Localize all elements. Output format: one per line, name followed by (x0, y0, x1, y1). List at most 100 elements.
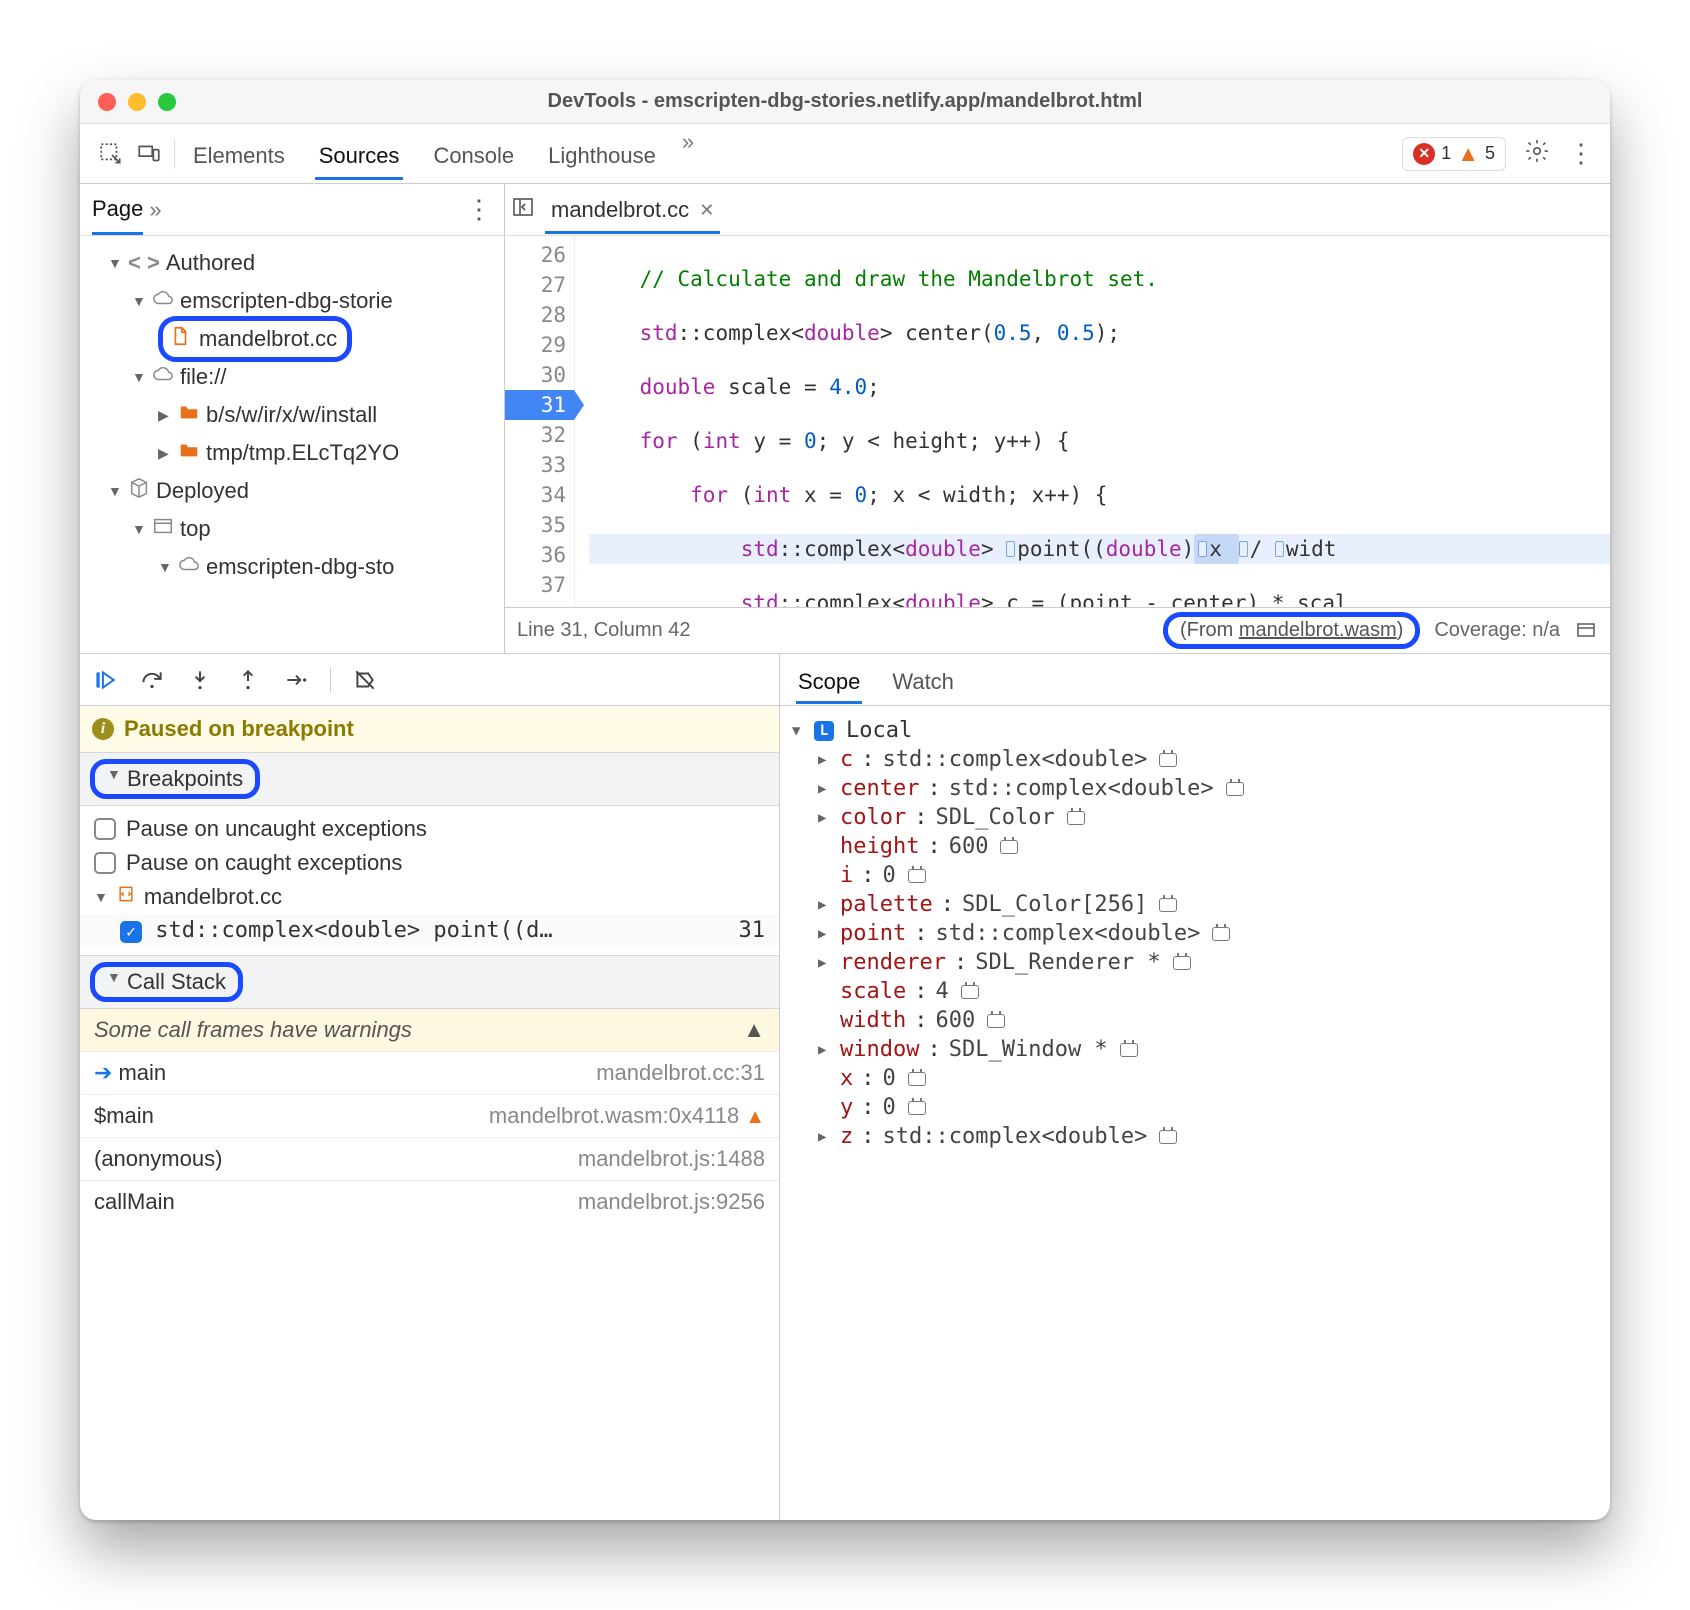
devtools-window: DevTools - emscripten-dbg-stories.netlif… (80, 80, 1610, 1520)
scope-variable[interactable]: width: 600 (792, 1006, 1598, 1035)
close-tab-icon[interactable]: ✕ (699, 200, 714, 221)
scope-variable[interactable]: ▶window: SDL_Window * (792, 1035, 1598, 1064)
scope-variable[interactable]: y: 0 (792, 1093, 1598, 1122)
pause-caught-toggle[interactable]: Pause on caught exceptions (80, 846, 779, 880)
tree-group-authored[interactable]: ▼< >Authored (86, 244, 498, 282)
tab-lighthouse[interactable]: Lighthouse (544, 129, 660, 179)
editor-tab-active[interactable]: mandelbrot.cc ✕ (545, 185, 720, 234)
line-gutter[interactable]: 262728293031323334353637 (505, 236, 575, 607)
scope-variable[interactable]: ▶palette: SDL_Color[256] (792, 890, 1598, 919)
breakpoint-checkbox[interactable] (120, 921, 142, 943)
source-mapped-from[interactable]: (From mandelbrot.wasm) (1163, 612, 1420, 649)
tab-watch[interactable]: Watch (890, 657, 956, 703)
tree-file-active[interactable]: mandelbrot.cc (86, 320, 498, 358)
pause-uncaught-toggle[interactable]: Pause on uncaught exceptions (80, 812, 779, 846)
step-icon[interactable] (282, 666, 310, 694)
more-tabs-icon[interactable]: » (682, 129, 694, 179)
window-title: DevTools - emscripten-dbg-stories.netlif… (80, 90, 1610, 113)
tree-group-deployed[interactable]: ▼Deployed (86, 472, 498, 510)
device-toolbar-icon[interactable] (134, 139, 164, 169)
file-tree: ▼< >Authored ▼emscripten-dbg-storie mand… (80, 236, 504, 653)
step-into-icon[interactable] (186, 666, 214, 694)
cloud-icon (152, 287, 174, 315)
resume-icon[interactable] (90, 666, 118, 694)
tree-frame-top[interactable]: ▼top (86, 510, 498, 548)
memory-icon[interactable] (908, 1101, 926, 1115)
main-toolbar: Elements Sources Console Lighthouse » ✕ … (80, 124, 1610, 184)
tab-sources[interactable]: Sources (315, 129, 404, 179)
scope-variable[interactable]: x: 0 (792, 1064, 1598, 1093)
tree-folder[interactable]: ▶tmp/tmp.ELcTq2YO (86, 434, 498, 472)
memory-icon[interactable] (908, 869, 926, 883)
scope-variable[interactable]: i: 0 (792, 861, 1598, 890)
file-icon (169, 325, 191, 353)
navigator-more-tabs-icon[interactable]: » (149, 197, 161, 223)
deactivate-breakpoints-icon[interactable] (351, 666, 379, 694)
cloud-icon (152, 363, 174, 391)
cursor-position: Line 31, Column 42 (517, 619, 690, 642)
scope-body: ▼LLocal ▶c: std::complex<double>▶center:… (780, 706, 1610, 1161)
settings-icon[interactable] (1524, 138, 1550, 169)
scope-variable[interactable]: ▶center: std::complex<double> (792, 774, 1598, 803)
step-out-icon[interactable] (234, 666, 262, 694)
warning-count: 5 (1485, 143, 1495, 164)
breakpoint-file-group[interactable]: ▼mandelbrot.cc (80, 880, 779, 914)
warning-icon: ▲ (743, 1017, 765, 1043)
memory-icon[interactable] (961, 985, 979, 999)
panel-tabs: Elements Sources Console Lighthouse » (189, 129, 1402, 179)
scope-variable[interactable]: ▶c: std::complex<double> (792, 745, 1598, 774)
code-content: // Calculate and draw the Mandelbrot set… (575, 236, 1610, 607)
tree-domain[interactable]: ▼emscripten-dbg-storie (86, 282, 498, 320)
memory-icon[interactable] (987, 1014, 1005, 1028)
scope-variable[interactable]: ▶point: std::complex<double> (792, 919, 1598, 948)
breakpoints-header[interactable]: ▼ Breakpoints (80, 752, 779, 806)
tree-file-scheme[interactable]: ▼file:// (86, 358, 498, 396)
memory-icon[interactable] (1067, 811, 1085, 825)
toggle-navigator-icon[interactable] (511, 195, 535, 224)
debugger-sidebar: i Paused on breakpoint ▼ Breakpoints Pau… (80, 654, 780, 1520)
scope-variable[interactable]: height: 600 (792, 832, 1598, 861)
memory-icon[interactable] (1159, 898, 1177, 912)
editor-tabs: mandelbrot.cc ✕ (505, 184, 1610, 236)
memory-icon[interactable] (1159, 753, 1177, 767)
editor-footer: Line 31, Column 42 (From mandelbrot.wasm… (505, 607, 1610, 653)
tab-elements[interactable]: Elements (189, 129, 289, 179)
tab-page[interactable]: Page (92, 196, 143, 235)
callstack-frame[interactable]: (anonymous)mandelbrot.js:1488 (80, 1137, 779, 1180)
memory-icon[interactable] (1212, 927, 1230, 941)
code-editor[interactable]: 262728293031323334353637 // Calculate an… (505, 236, 1610, 607)
scope-variable[interactable]: scale: 4 (792, 977, 1598, 1006)
inspect-element-icon[interactable] (96, 139, 126, 169)
navigator-options-icon[interactable]: ⋮ (466, 194, 492, 225)
callstack-frame[interactable]: $mainmandelbrot.wasm:0x4118▲ (80, 1094, 779, 1137)
step-over-icon[interactable] (138, 666, 166, 694)
navigator-pane: Page » ⋮ ▼< >Authored ▼emscripten-dbg-st… (80, 184, 505, 653)
callstack-frame[interactable]: ➔mainmandelbrot.cc:31 (80, 1051, 779, 1094)
tree-domain[interactable]: ▼emscripten-dbg-sto (86, 548, 498, 586)
error-icon: ✕ (1413, 143, 1435, 165)
tab-scope[interactable]: Scope (796, 657, 862, 703)
error-count: 1 (1441, 143, 1451, 164)
tree-folder[interactable]: ▶b/s/w/ir/x/w/install (86, 396, 498, 434)
more-options-icon[interactable]: ⋮ (1568, 138, 1594, 169)
callstack-frame[interactable]: callMainmandelbrot.js:9256 (80, 1180, 779, 1223)
scope-variable[interactable]: ▶renderer: SDL_Renderer * (792, 948, 1598, 977)
tab-console[interactable]: Console (429, 129, 518, 179)
scope-variable[interactable]: ▶z: std::complex<double> (792, 1122, 1598, 1151)
memory-icon[interactable] (908, 1072, 926, 1086)
memory-icon[interactable] (1000, 840, 1018, 854)
show-details-icon[interactable] (1574, 616, 1598, 646)
memory-icon[interactable] (1226, 782, 1244, 796)
callstack-header[interactable]: ▼ Call Stack (80, 955, 779, 1009)
scope-variable[interactable]: ▶color: SDL_Color (792, 803, 1598, 832)
breakpoint-item[interactable]: std::complex<double> point((d…31 (80, 914, 779, 947)
memory-icon[interactable] (1120, 1043, 1138, 1057)
info-icon: i (92, 718, 114, 740)
issues-counter[interactable]: ✕ 1 ▲ 5 (1402, 137, 1506, 171)
frame-icon (152, 515, 174, 543)
memory-icon[interactable] (1173, 956, 1191, 970)
scope-local[interactable]: ▼LLocal (792, 716, 1598, 745)
memory-icon[interactable] (1159, 1130, 1177, 1144)
folder-icon (178, 401, 200, 429)
scope-pane: Scope Watch ▼LLocal ▶c: std::complex<dou… (780, 654, 1610, 1520)
